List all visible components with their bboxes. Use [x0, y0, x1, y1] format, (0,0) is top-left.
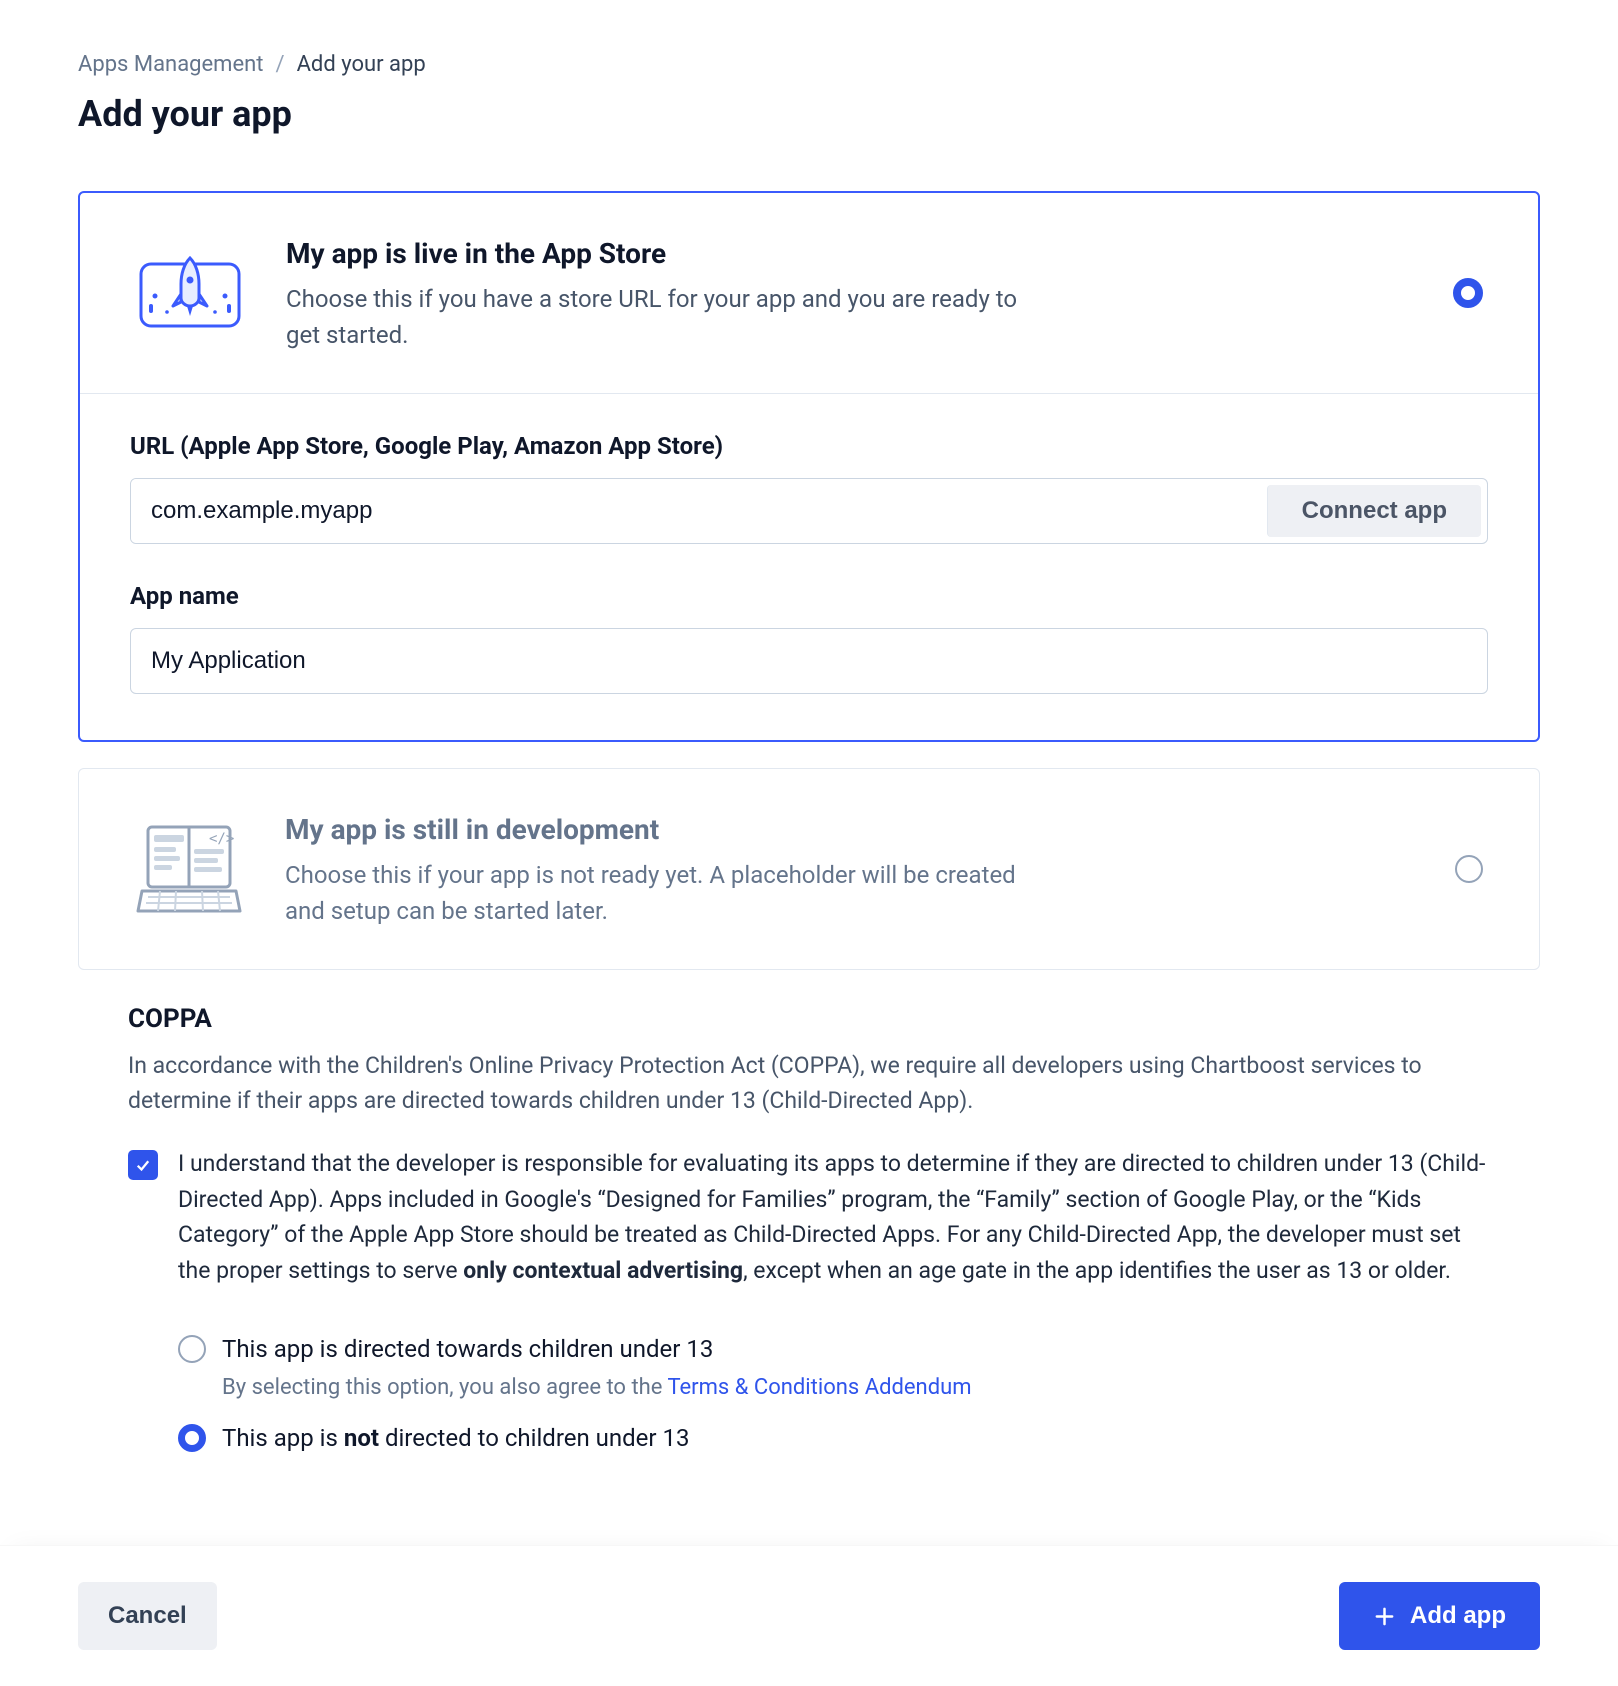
coppa-heading: COPPA	[128, 1000, 1490, 1039]
add-app-label: Add app	[1410, 1602, 1506, 1630]
terms-addendum-link[interactable]: Terms & Conditions Addendum	[667, 1375, 971, 1400]
coppa-ack-checkbox[interactable]	[128, 1150, 158, 1180]
laptop-dev-icon: </>	[129, 821, 249, 917]
svg-text:</>: </>	[209, 831, 234, 847]
page-title: Add your app	[78, 87, 1540, 141]
coppa-section: COPPA In accordance with the Children's …	[78, 1000, 1540, 1456]
option-dev-description: Choose this if your app is not ready yet…	[285, 857, 1045, 929]
add-app-button[interactable]: Add app	[1339, 1582, 1540, 1650]
app-name-input[interactable]	[130, 628, 1488, 694]
option-dev-title: My app is still in development	[285, 809, 1373, 851]
app-name-label: App name	[130, 578, 1488, 614]
option-dev-radio[interactable]	[1455, 855, 1483, 883]
url-field-label: URL (Apple App Store, Google Play, Amazo…	[130, 428, 1488, 464]
rocket-live-icon	[130, 252, 250, 334]
option-live-radio[interactable]	[1453, 278, 1483, 308]
coppa-not-directed-label: This app is not directed to children und…	[222, 1420, 689, 1456]
coppa-intro: In accordance with the Children's Online…	[128, 1049, 1490, 1118]
footer: Cancel Add app	[0, 1545, 1618, 1686]
coppa-directed-label: This app is directed towards children un…	[222, 1331, 972, 1367]
coppa-ack-text: I understand that the developer is respo…	[178, 1146, 1490, 1289]
url-input[interactable]	[131, 479, 1261, 543]
option-live-title: My app is live in the App Store	[286, 233, 1372, 275]
connect-app-button[interactable]: Connect app	[1267, 485, 1481, 537]
breadcrumb: Apps Management / Add your app	[78, 48, 1540, 81]
plus-icon	[1373, 1605, 1396, 1628]
option-live-description: Choose this if you have a store URL for …	[286, 281, 1046, 353]
cancel-button[interactable]: Cancel	[78, 1582, 217, 1650]
option-card-dev[interactable]: </> My app is still in development Choos…	[78, 768, 1540, 970]
coppa-directed-sublabel: By selecting this option, you also agree…	[222, 1371, 972, 1404]
coppa-not-directed-radio[interactable]	[178, 1424, 206, 1452]
check-icon	[134, 1156, 152, 1174]
option-card-live[interactable]: My app is live in the App Store Choose t…	[78, 191, 1540, 742]
coppa-directed-radio[interactable]	[178, 1335, 206, 1363]
breadcrumb-parent[interactable]: Apps Management	[78, 48, 264, 81]
breadcrumb-current: Add your app	[297, 48, 426, 81]
breadcrumb-separator: /	[276, 48, 285, 81]
